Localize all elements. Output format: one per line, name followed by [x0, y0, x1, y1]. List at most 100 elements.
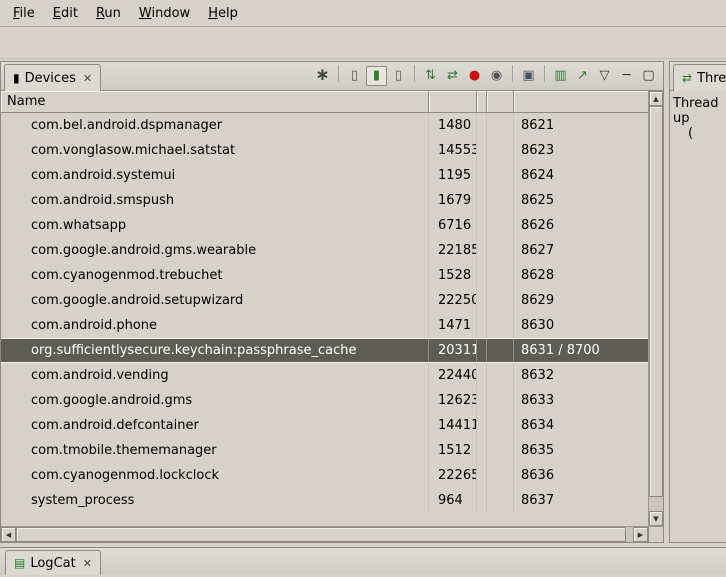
pid-cell: 1528	[429, 263, 477, 288]
table-row[interactable]: com.cyanogenmod.lockclock22265 8636	[1, 463, 648, 488]
process-name-cell: com.android.phone	[1, 313, 429, 338]
menu-window[interactable]: Window	[130, 2, 199, 25]
devices-table-area: Name com.bel.android.dspmanager14808621c…	[1, 91, 663, 526]
maximize-icon[interactable]: ▢	[638, 66, 659, 86]
horizontal-scrollbar[interactable]: ◀ ▶	[1, 527, 648, 542]
dual-display-icon[interactable]: ▣	[518, 66, 539, 86]
table-row[interactable]: com.android.defcontainer144118634	[1, 413, 648, 438]
table-row[interactable]: com.whatsapp67168626	[1, 213, 648, 238]
menu-file[interactable]: File	[4, 2, 44, 25]
process-name-cell: com.google.android.setupwizard	[1, 288, 429, 313]
empty-cell	[477, 188, 487, 213]
scroll-up-icon[interactable]: ▲	[649, 91, 663, 106]
update-threads-icon[interactable]: ⇅	[420, 66, 441, 86]
toolbar-separator	[544, 65, 545, 82]
vertical-scrollbar[interactable]: ▲ ▼	[648, 91, 663, 526]
devices-panel: ▮ Devices ✕ ∗ ▯▮▯ ⇅⇄●◉ ▣ ▥↗▽─▢ Name com.bel.…	[0, 61, 664, 543]
device-process-list: com.bel.android.dspmanager14808621com.vo…	[1, 113, 648, 526]
empty-cell	[477, 363, 487, 388]
dump-hprof-icon[interactable]: ▮	[366, 66, 387, 86]
empty-cell	[477, 163, 487, 188]
process-name-cell: com.cyanogenmod.lockclock	[1, 463, 429, 488]
process-name-cell: com.bel.android.dspmanager	[1, 113, 429, 138]
column-header-empty-2[interactable]	[487, 91, 514, 113]
cause-gc-icon[interactable]: ▯	[388, 66, 409, 86]
table-row[interactable]: com.google.android.setupwizard222508629	[1, 288, 648, 313]
tracer-arrow-icon[interactable]: ↗	[572, 66, 593, 86]
pid-cell: 20311	[429, 339, 477, 362]
stop-process-icon[interactable]: ●	[464, 66, 485, 86]
pid-cell: 14553	[429, 138, 477, 163]
port-cell: 8637	[514, 488, 648, 513]
empty-cell	[477, 263, 487, 288]
table-row[interactable]: com.android.vending224408632	[1, 363, 648, 388]
table-row[interactable]: org.sufficientlysecure.keychain:passphra…	[1, 338, 648, 363]
table-row[interactable]: com.tmobile.thememanager15128635	[1, 438, 648, 463]
horizontal-scroll-thumb[interactable]	[16, 527, 626, 542]
scroll-left-icon[interactable]: ◀	[1, 527, 16, 542]
scroll-down-icon[interactable]: ▼	[649, 511, 663, 526]
logcat-icon: ▤	[14, 557, 25, 569]
vertical-scroll-thumb[interactable]	[649, 106, 663, 497]
threads-panel: ⇄ Threads Thread up (	[669, 61, 726, 543]
empty-cell	[487, 113, 514, 138]
pid-cell: 1679	[429, 188, 477, 213]
empty-cell	[477, 488, 487, 513]
table-row[interactable]: com.google.android.gms126238633	[1, 388, 648, 413]
table-row[interactable]: com.cyanogenmod.trebuchet15288628	[1, 263, 648, 288]
empty-cell	[477, 413, 487, 438]
process-name-cell: com.cyanogenmod.trebuchet	[1, 263, 429, 288]
minimize-icon[interactable]: ─	[616, 66, 637, 86]
pid-cell: 12623	[429, 388, 477, 413]
port-cell: 8636	[514, 463, 648, 488]
port-cell: 8632	[514, 363, 648, 388]
column-header-port[interactable]	[514, 91, 648, 113]
empty-cell	[477, 213, 487, 238]
port-cell: 8626	[514, 213, 648, 238]
menu-edit[interactable]: Edit	[44, 2, 87, 25]
empty-cell	[487, 313, 514, 338]
tab-threads-label: Threads	[697, 71, 726, 86]
debug-process-icon[interactable]: ∗	[312, 66, 333, 86]
threads-message-line2: (	[673, 126, 723, 141]
pid-cell: 964	[429, 488, 477, 513]
pid-cell: 1480	[429, 113, 477, 138]
screen-capture-icon[interactable]: ◉	[486, 66, 507, 86]
empty-cell	[487, 288, 514, 313]
table-row[interactable]: com.vonglasow.michael.satstat145538623	[1, 138, 648, 163]
pid-cell: 6716	[429, 213, 477, 238]
view-menu-icon[interactable]: ▽	[594, 66, 615, 86]
threads-tabbar: ⇄ Threads	[670, 62, 726, 91]
empty-cell	[487, 238, 514, 263]
close-icon[interactable]: ✕	[81, 557, 92, 570]
process-name-cell: com.android.defcontainer	[1, 413, 429, 438]
table-row[interactable]: system_process9648637	[1, 488, 648, 513]
empty-cell	[487, 413, 514, 438]
menu-run[interactable]: Run	[87, 2, 130, 25]
port-cell: 8623	[514, 138, 648, 163]
table-row[interactable]: com.android.systemui11958624	[1, 163, 648, 188]
tab-devices-label: Devices	[25, 71, 76, 86]
process-name-cell: com.android.systemui	[1, 163, 429, 188]
table-row[interactable]: com.android.phone14718630	[1, 313, 648, 338]
pid-cell: 22250	[429, 288, 477, 313]
update-heap-icon[interactable]: ▯	[344, 66, 365, 86]
method-profiling-icon[interactable]: ⇄	[442, 66, 463, 86]
table-row[interactable]: com.bel.android.dspmanager14808621	[1, 113, 648, 138]
tab-threads[interactable]: ⇄ Threads	[673, 64, 726, 91]
column-header-empty-1[interactable]	[477, 91, 487, 113]
empty-cell	[487, 213, 514, 238]
scroll-right-icon[interactable]: ▶	[633, 527, 648, 542]
tab-logcat[interactable]: ▤ LogCat ✕	[5, 550, 101, 575]
column-header-pid[interactable]	[429, 91, 477, 113]
pid-cell: 22265	[429, 463, 477, 488]
close-icon[interactable]: ✕	[81, 72, 92, 85]
menu-help[interactable]: Help	[199, 2, 247, 25]
table-row[interactable]: com.google.android.gms.wearable221858627	[1, 238, 648, 263]
heap-columns-icon[interactable]: ▥	[550, 66, 571, 86]
tab-devices[interactable]: ▮ Devices ✕	[4, 64, 101, 91]
toolbar-separator	[512, 65, 513, 82]
table-row[interactable]: com.android.smspush16798625	[1, 188, 648, 213]
column-header-name[interactable]: Name	[1, 91, 429, 113]
empty-cell	[477, 388, 487, 413]
